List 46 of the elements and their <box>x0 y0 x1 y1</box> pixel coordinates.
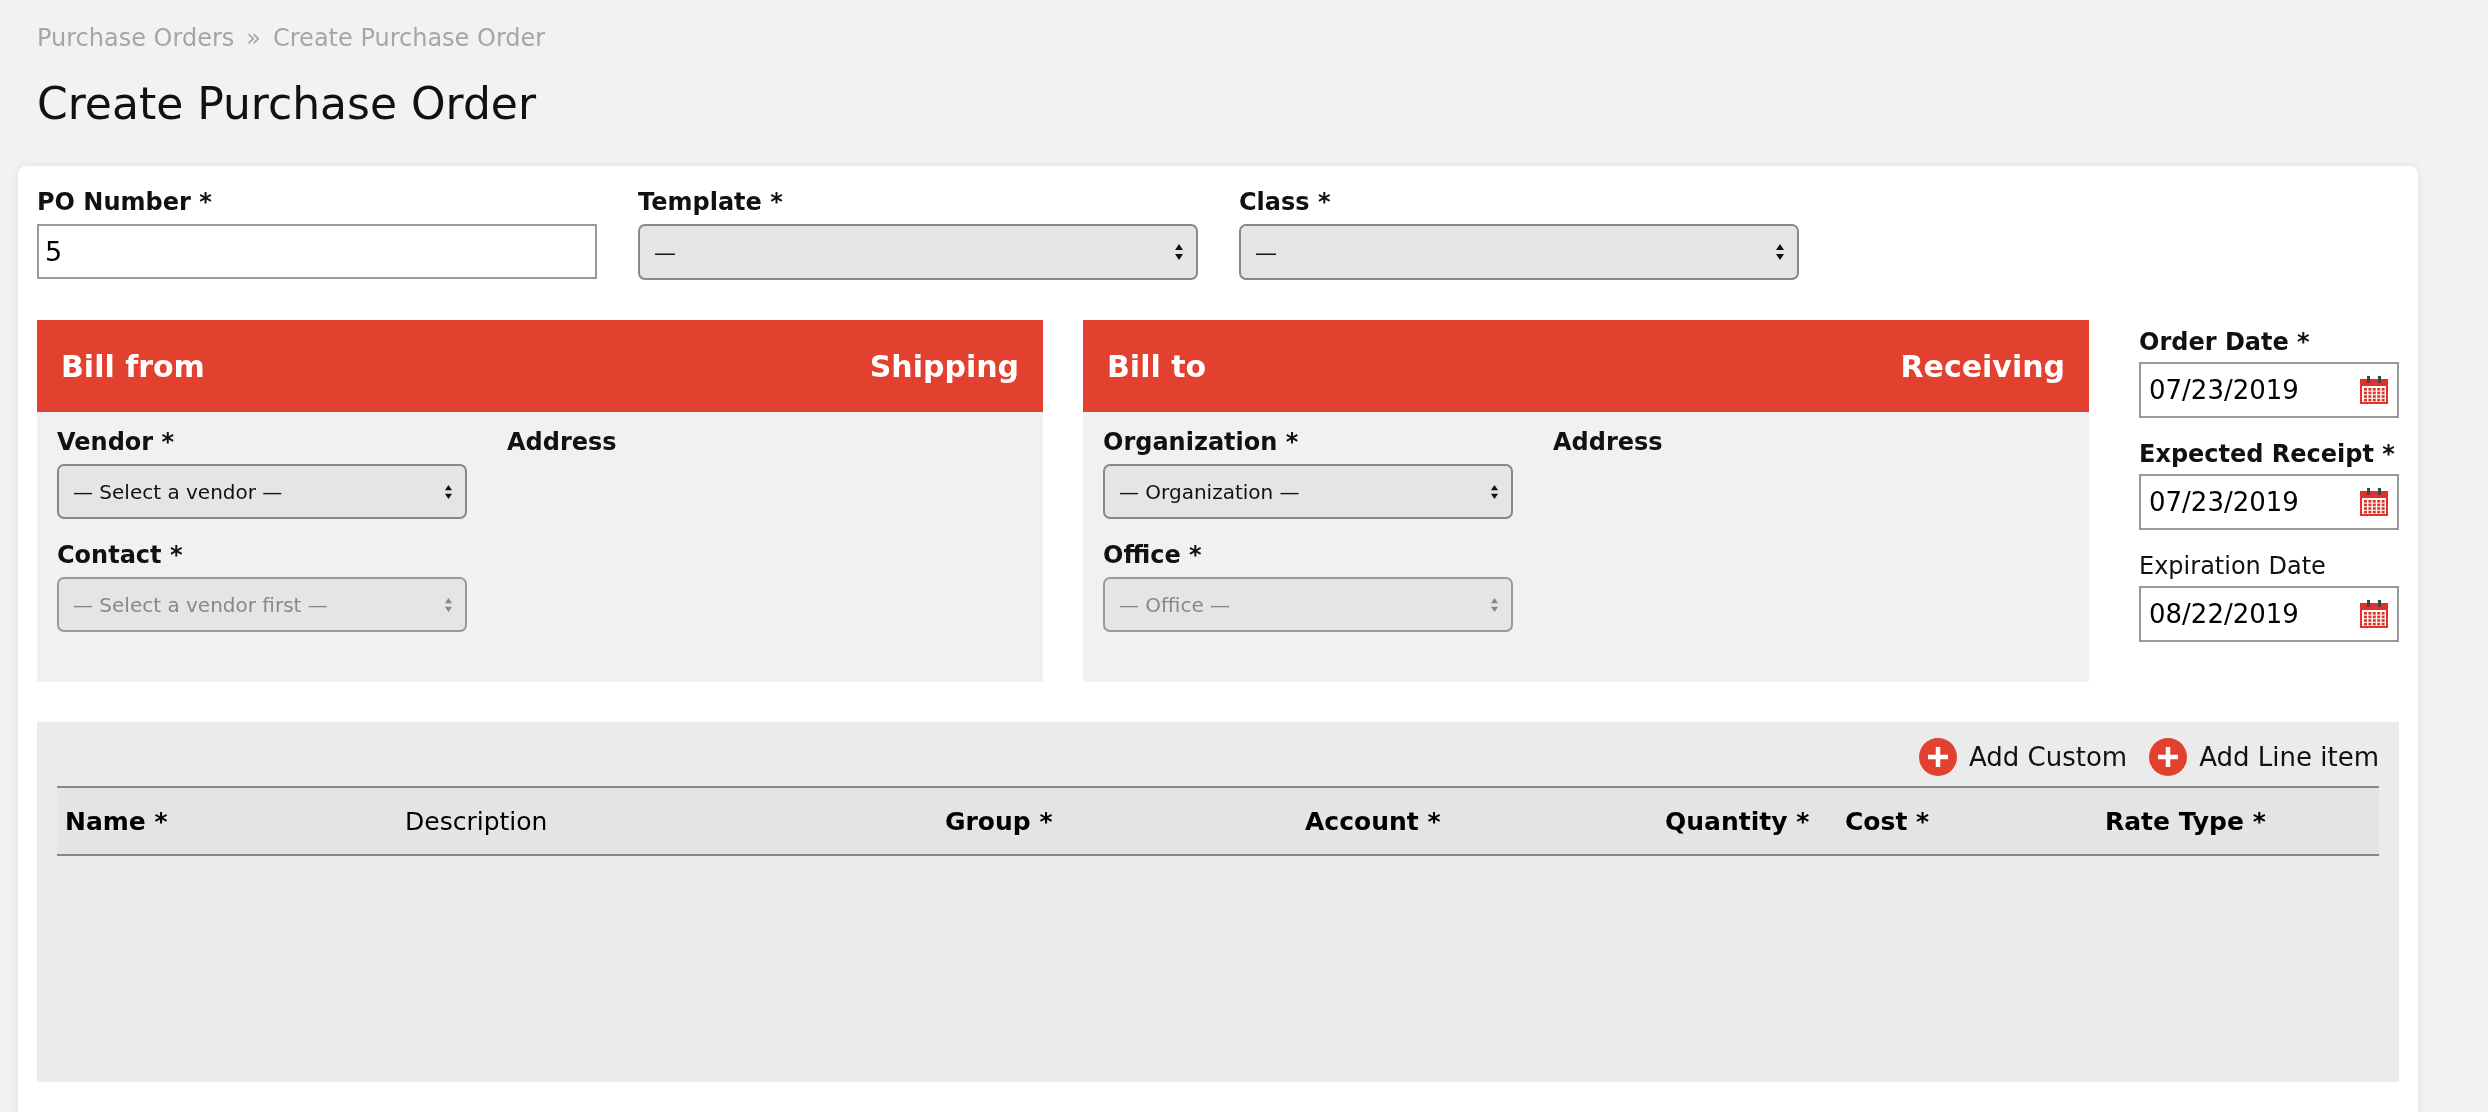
column-header: Name * <box>65 806 168 836</box>
field-label: Office * <box>1103 541 1203 569</box>
plus-circle-icon <box>1919 738 1957 776</box>
date-input[interactable]: 07/23/2019 <box>2139 362 2399 418</box>
sort-arrows-icon <box>1490 483 1499 500</box>
add-button[interactable]: Add Custom <box>1919 738 2128 776</box>
select-dropdown[interactable]: — Organization — <box>1103 464 1513 519</box>
text-input[interactable]: 5 <box>37 224 597 279</box>
sort-arrows-icon <box>444 596 453 613</box>
breadcrumb-separator: » <box>246 24 261 54</box>
sort-arrows-icon <box>1174 243 1184 261</box>
address-label: Address <box>507 428 617 458</box>
panel-subtitle: Receiving <box>1900 348 2065 384</box>
column-header: Group * <box>945 806 1053 836</box>
field-label: Expiration Date <box>2139 552 2327 580</box>
sort-arrows-icon <box>1775 243 1785 261</box>
calendar-icon <box>2359 487 2389 517</box>
plus-circle-icon <box>2149 738 2188 776</box>
date-input[interactable]: 08/22/2019 <box>2139 586 2399 642</box>
panel-title: Bill from <box>61 348 205 384</box>
sort-arrows-icon <box>1490 596 1499 613</box>
panel-title: Bill to <box>1107 348 1207 384</box>
field-label: Expected Receipt * <box>2139 440 2396 468</box>
calendar-icon <box>2359 375 2389 405</box>
date-input[interactable]: 07/23/2019 <box>2139 474 2399 530</box>
field-label: Vendor * <box>57 428 176 456</box>
select-dropdown[interactable]: — Select a vendor — <box>57 464 467 519</box>
column-header: Description <box>405 806 548 836</box>
calendar-icon <box>2359 599 2389 629</box>
column-header: Rate Type * <box>2105 806 2266 836</box>
select-dropdown[interactable]: — <box>1239 224 1799 280</box>
page-title: Create Purchase Order <box>37 78 538 131</box>
field-label: Template * <box>638 188 784 216</box>
select-dropdown[interactable]: — <box>638 224 1198 280</box>
field-label: Organization * <box>1103 428 1300 456</box>
field-label: Order Date * <box>2139 328 2311 356</box>
field-label: Class * <box>1239 188 1332 216</box>
sort-arrows-icon <box>444 483 453 500</box>
panel-subtitle: Shipping <box>869 348 1019 384</box>
column-header: Quantity * <box>1665 806 1810 836</box>
field-label: Contact * <box>57 541 184 569</box>
column-header: Account * <box>1305 806 1441 836</box>
field-label: PO Number * <box>37 188 213 216</box>
add-button[interactable]: Add Line item <box>2149 738 2379 776</box>
column-header: Cost * <box>1845 806 1930 836</box>
address-label: Address <box>1553 428 1663 458</box>
